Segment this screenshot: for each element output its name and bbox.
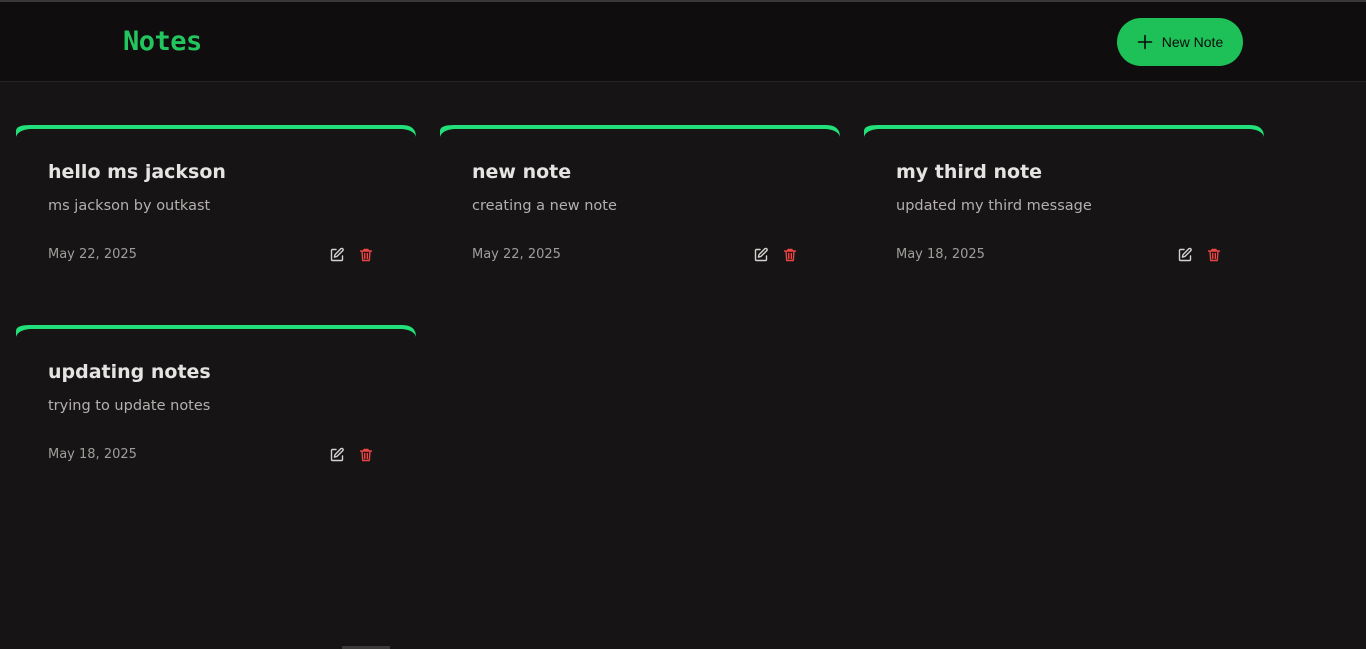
note-card[interactable]: new note creating a new note May 22, 202… xyxy=(440,123,840,301)
note-date: May 18, 2025 xyxy=(48,447,137,462)
edit-icon xyxy=(754,247,768,262)
delete-button[interactable] xyxy=(358,446,376,464)
card-accent-bar xyxy=(864,125,1264,137)
new-note-button[interactable]: New Note xyxy=(1117,18,1243,66)
new-note-label: New Note xyxy=(1161,34,1224,50)
note-date: May 22, 2025 xyxy=(48,247,137,262)
note-content: trying to update notes xyxy=(48,398,211,414)
delete-button[interactable] xyxy=(782,246,800,264)
edit-button[interactable] xyxy=(1177,246,1195,264)
note-content: ms jackson by outkast xyxy=(48,198,211,214)
note-title: new note xyxy=(472,161,572,183)
delete-button[interactable] xyxy=(358,246,376,264)
note-content: updated my third message xyxy=(896,198,1092,214)
edit-icon xyxy=(330,247,344,262)
trash-icon xyxy=(783,248,797,262)
edit-button[interactable] xyxy=(329,446,347,464)
note-content: creating a new note xyxy=(472,198,617,214)
edit-button[interactable] xyxy=(329,246,347,264)
card-accent-bar xyxy=(16,125,416,137)
trash-icon xyxy=(1207,248,1221,262)
note-title: hello ms jackson xyxy=(48,161,226,183)
app-title: Notes xyxy=(123,26,202,57)
trash-icon xyxy=(359,248,373,262)
note-date: May 22, 2025 xyxy=(472,247,561,262)
card-accent-bar xyxy=(440,125,840,137)
note-card[interactable]: updating notes trying to update notes Ma… xyxy=(16,323,416,501)
note-date: May 18, 2025 xyxy=(896,247,985,262)
note-title: my third note xyxy=(896,161,1043,183)
edit-button[interactable] xyxy=(753,246,771,264)
delete-button[interactable] xyxy=(1206,246,1224,264)
edit-icon xyxy=(330,447,344,462)
card-accent-bar xyxy=(16,325,416,337)
navbar: Notes New Note xyxy=(0,2,1366,82)
edit-icon xyxy=(1178,247,1192,262)
trash-icon xyxy=(359,448,373,462)
note-title: updating notes xyxy=(48,361,211,383)
plus-icon xyxy=(1137,34,1153,50)
note-card[interactable]: my third note updated my third message M… xyxy=(864,123,1264,301)
note-card[interactable]: hello ms jackson ms jackson by outkast M… xyxy=(16,123,416,301)
